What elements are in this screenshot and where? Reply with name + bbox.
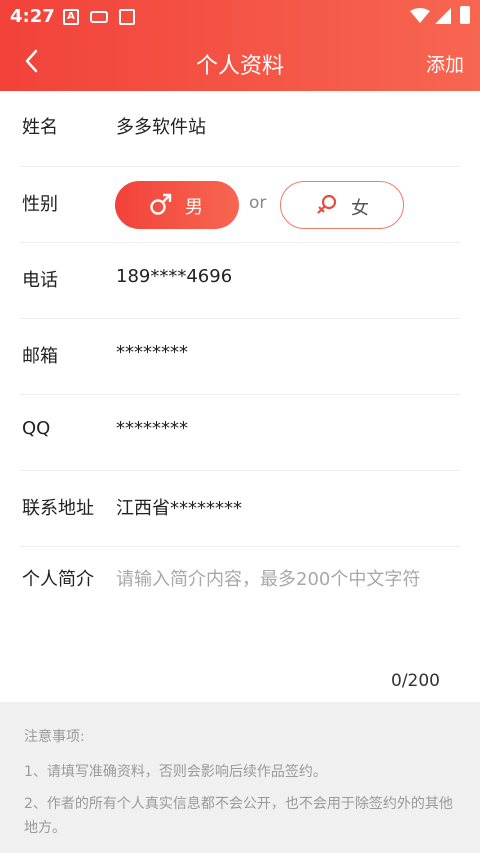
female-icon (317, 194, 337, 214)
wifi-icon (410, 8, 430, 23)
cellular-icon (435, 8, 451, 24)
qq-label: QQ (22, 418, 51, 439)
battery-icon (460, 6, 470, 24)
address-row: 联系地址 江西省******** (20, 471, 460, 547)
gender-male-button[interactable]: 男 (115, 181, 239, 229)
nav-bar: 个人资料 添加 (0, 34, 480, 91)
bio-label: 个人简介 (22, 569, 94, 590)
name-label: 姓名 (22, 117, 58, 138)
male-icon (150, 193, 172, 215)
qq-field[interactable]: ******** (116, 418, 188, 439)
phone-row: 电话 189****4696 (20, 243, 460, 319)
profile-form: 姓名 多多软件站 性别 男 or 女 电话 189****4696 邮箱 ***… (0, 91, 480, 703)
a-notification-icon: A (63, 9, 79, 25)
address-field[interactable]: 江西省******** (116, 494, 242, 520)
phone-label: 电话 (22, 270, 58, 291)
phone-field[interactable]: 189****4696 (116, 266, 232, 287)
book-icon (119, 9, 135, 25)
email-label: 邮箱 (22, 346, 58, 367)
address-label: 联系地址 (22, 498, 94, 519)
status-time: 4:27 (10, 6, 55, 27)
bio-row: 个人简介 请输入简介内容，最多200个中文字符 0/200 (20, 547, 460, 703)
gender-male-label: 男 (185, 197, 203, 218)
bio-input[interactable]: 请输入简介内容，最多200个中文字符 (116, 565, 420, 591)
status-bar: 4:27 A (0, 0, 480, 34)
name-field[interactable]: 多多软件站 (116, 113, 206, 139)
bio-counter: 0/200 (391, 671, 440, 691)
notes-section: 注意事项: 1、请填写准确资料，否则会影响后续作品签约。 2、作者的所有个人真实… (0, 702, 480, 853)
name-row: 姓名 多多软件站 (20, 91, 460, 167)
page-title: 个人资料 (195, 54, 284, 79)
qq-row: QQ ******** (20, 395, 460, 471)
gender-separator: or (249, 193, 267, 213)
gender-female-button[interactable]: 女 (280, 181, 404, 229)
email-row: 邮箱 ******** (20, 319, 460, 395)
notes-title: 注意事项: (24, 729, 85, 745)
gender-label: 性别 (22, 194, 58, 215)
email-field[interactable]: ******** (116, 342, 188, 363)
notes-item: 1、请填写准确资料，否则会影响后续作品签约。 (24, 764, 327, 780)
keyboard-icon (90, 11, 108, 23)
gender-row: 性别 男 or 女 (20, 167, 460, 243)
add-button[interactable]: 添加 (426, 50, 464, 77)
top-bar: 4:27 A 个人资料 添加 (0, 0, 480, 91)
gender-female-label: 女 (351, 198, 369, 219)
notes-item: 2、作者的所有个人真实信息都不会公开，也不会用于除签约外的其他地方。 (24, 796, 453, 836)
